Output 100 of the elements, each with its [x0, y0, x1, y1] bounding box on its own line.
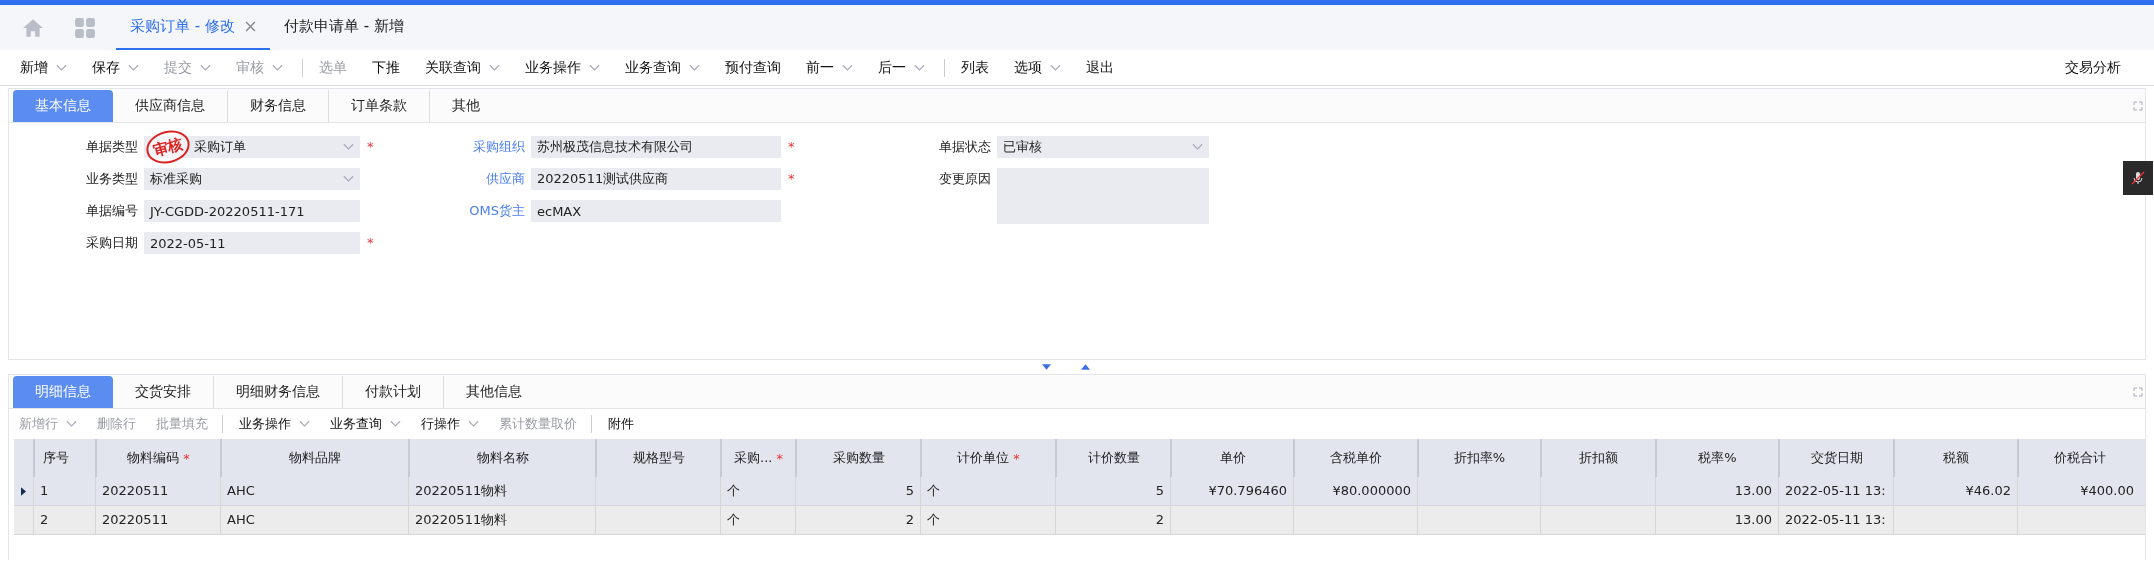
column-header[interactable]: 规格型号 [632, 449, 685, 467]
column-header[interactable]: 计价数量 [1087, 449, 1140, 467]
toolbar-button[interactable]: 后一 [872, 55, 931, 80]
field-label: 单据状态 [938, 138, 992, 156]
toolbar-button[interactable]: 业务操作 [233, 412, 316, 436]
expand-icon[interactable] [2133, 386, 2143, 397]
microphone-muted-icon[interactable] [2123, 161, 2153, 195]
toolbar-button[interactable]: 下推 [366, 55, 406, 80]
collapse-up-icon[interactable] [1081, 364, 1090, 370]
toolbar-button[interactable]: 业务查询 [324, 412, 407, 436]
toolbar-button[interactable]: 新增 [14, 55, 73, 80]
table-cell: 个 [720, 506, 795, 534]
table-cell: 个 [920, 477, 1055, 505]
caret-icon [299, 420, 310, 428]
input-field[interactable]: ecMAX [531, 200, 781, 222]
toolbar-button[interactable]: 业务查询 [619, 55, 706, 80]
input-field[interactable]: 2022-05-11 [144, 232, 360, 254]
grid-icon[interactable] [74, 16, 96, 39]
column-header[interactable]: 交货日期 [1810, 449, 1863, 467]
table-cell: 2022-05-11 13: [1778, 477, 1893, 505]
collapse-down-icon[interactable] [1042, 364, 1051, 370]
toolbar-button[interactable]: 业务操作 [519, 55, 606, 80]
section-tab[interactable]: 付款计划 [342, 376, 443, 408]
toolbar-button[interactable]: 预付查询 [719, 55, 787, 80]
table-cell: 5 [795, 477, 920, 505]
field-label[interactable]: 采购组织 [379, 136, 531, 158]
table-cell: AHC [220, 477, 408, 505]
toolbar-button[interactable]: 退出 [1080, 55, 1120, 80]
caret-icon [56, 63, 67, 72]
table-cell: 20220511物料 [408, 506, 595, 534]
required-mark: * [367, 138, 374, 156]
field-label: 采购日期 [85, 234, 139, 252]
caret-icon [1050, 63, 1061, 72]
column-header[interactable]: 折扣额 [1579, 449, 1618, 467]
field-label[interactable]: 供应商 [379, 168, 531, 190]
table-cell: 1 [33, 477, 95, 505]
column-header[interactable]: 采购数量 [832, 449, 885, 467]
expand-icon[interactable] [2133, 100, 2143, 111]
caret-icon [1192, 143, 1203, 151]
table-cell: 2022-05-11 13: [1778, 506, 1893, 534]
table-cell: 13.00 [1655, 477, 1778, 505]
section-tab[interactable]: 订单条款 [328, 90, 429, 122]
table-cell: 2 [1055, 506, 1170, 534]
toolbar-button[interactable]: 关联查询 [419, 55, 506, 80]
toolbar-button[interactable]: 前一 [800, 55, 859, 80]
input-field[interactable]: JY-CGDD-20220511-171 [144, 200, 360, 222]
section-tab[interactable]: 财务信息 [227, 90, 328, 122]
caret-icon [390, 420, 401, 428]
field-label: 单据编号 [85, 202, 139, 220]
section-tab[interactable]: 其他信息 [443, 376, 544, 408]
input-field[interactable]: 苏州极茂信息技术有限公司 [531, 136, 781, 158]
required-mark: * [788, 170, 795, 188]
column-header[interactable]: 物料名称 [476, 449, 529, 467]
caret-icon [914, 63, 925, 72]
caret-icon [842, 63, 853, 72]
toolbar-button[interactable]: 选项 [1008, 55, 1067, 80]
field-label: 变更原因 [938, 170, 992, 188]
toolbar-button[interactable]: 附件 [602, 412, 640, 436]
caret-icon [343, 143, 354, 151]
column-header[interactable]: 单价 [1219, 449, 1246, 467]
required-mark: * [367, 234, 374, 252]
section-tab[interactable]: 供应商信息 [113, 90, 227, 122]
caret-icon [272, 63, 283, 72]
field-label: 单据类型 [85, 138, 139, 156]
table-cell: 2 [33, 506, 95, 534]
table-row[interactable]: 1 20220511 AHC 20220511物料 个 5 个 5 ¥70.796460 ¥80.000000 13.00 2022-05-11 13: ¥46.02 ¥400.00 [14, 477, 2145, 506]
column-header[interactable]: 物料品牌 [289, 449, 341, 467]
dropdown-field[interactable]: 标准采购 [144, 168, 360, 190]
field-label: 业务类型 [85, 170, 139, 188]
toolbar-button[interactable]: 保存 [86, 55, 145, 80]
toolbar-button[interactable]: 列表 [955, 55, 995, 80]
required-mark: * [788, 138, 795, 156]
section-tab[interactable]: 交货安排 [113, 376, 213, 408]
column-header[interactable]: 含税单价 [1330, 449, 1382, 467]
table-row[interactable]: 2 20220511 AHC 20220511物料 个 2 个 2 13.00 2022-05-11 13: [14, 506, 2145, 535]
table-cell: 2 [795, 506, 920, 534]
document-tab[interactable]: 付款申请单 - 新增 [269, 5, 418, 50]
column-header[interactable]: 税率% [1698, 449, 1737, 467]
close-icon[interactable] [244, 21, 256, 32]
table-cell: 20220511 [95, 506, 220, 534]
dropdown-field[interactable]: 已审核 [997, 136, 1209, 158]
table-cell: ¥70.796460 [1170, 477, 1293, 505]
toolbar-button[interactable]: 行操作 [415, 412, 485, 436]
section-tab[interactable]: 其他 [429, 90, 502, 122]
document-tab[interactable]: 采购订单 - 修改 [116, 5, 270, 50]
field-label[interactable]: OMS货主 [379, 200, 531, 222]
trade-analysis-button[interactable]: 交易分析 [2059, 55, 2127, 80]
column-header[interactable]: 折扣率% [1453, 449, 1506, 467]
column-header[interactable]: 物料编码 [127, 449, 180, 467]
column-header[interactable]: 税额 [1943, 449, 1969, 467]
input-field[interactable]: 20220511测试供应商 [531, 168, 781, 190]
column-header[interactable]: 价税合计 [2053, 449, 2106, 467]
caret-icon [689, 63, 700, 72]
caret-icon [589, 63, 600, 72]
required-mark: * [183, 450, 190, 466]
table-cell: ¥80.000000 [1293, 477, 1417, 505]
section-tab[interactable]: 明细财务信息 [213, 376, 342, 408]
column-header[interactable]: 采购... [734, 449, 773, 467]
column-header[interactable]: 计价单位 [957, 449, 1010, 467]
column-header[interactable]: 序号 [43, 449, 69, 467]
